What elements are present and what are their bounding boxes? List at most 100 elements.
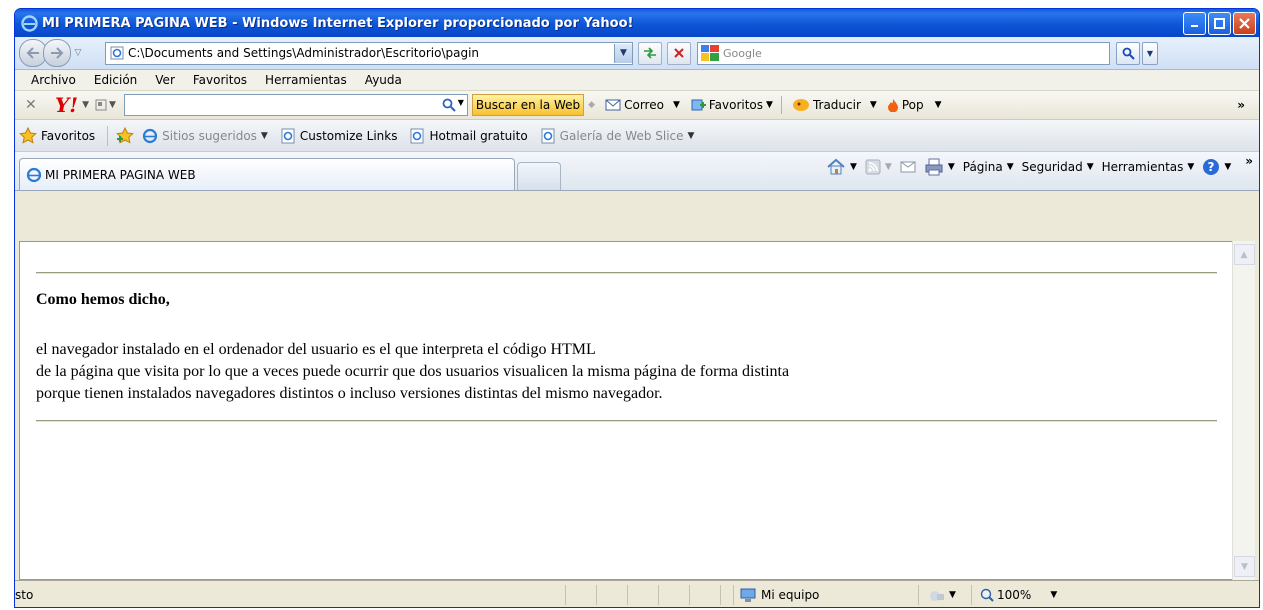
toolbar-close-icon[interactable]: ✕ (25, 97, 43, 113)
toolbar-separator-icon: ◆ (588, 100, 596, 110)
ie-page-icon (143, 128, 158, 143)
favoritos-button[interactable]: Favoritos (19, 127, 95, 144)
vertical-scrollbar[interactable]: ▲ ▼ (1232, 241, 1255, 580)
command-bar: ▼ ▼ ▼ Página ▼ Seguridad ▼ Herramientas … (826, 154, 1253, 176)
tab-title: MI PRIMERA PAGINA WEB (45, 167, 196, 182)
refresh-button[interactable] (638, 41, 662, 65)
protected-dropdown-icon[interactable]: ▼ (949, 590, 956, 600)
translate-icon (792, 99, 809, 111)
herramientas-menu[interactable]: Herramientas ▼ (1102, 160, 1195, 174)
sitios-sugeridos-link[interactable]: Sitios sugeridos ▼ (142, 128, 268, 144)
zoom-dropdown-icon[interactable]: ▼ (1050, 590, 1057, 600)
chevron-up-icon: ▲ (1240, 249, 1248, 260)
toolbar-settings-icon[interactable] (95, 99, 107, 111)
status-bar: Listo Mi equipo ▼ 100% ▼ (15, 580, 1259, 607)
favorites-bar: Favoritos Sitios sugeridos ▼ Customize L… (15, 120, 1259, 152)
help-button[interactable]: ? ▼ (1202, 158, 1231, 176)
page-icon (110, 46, 124, 60)
scroll-down-button[interactable]: ▼ (1234, 556, 1255, 577)
maximize-button[interactable] (1208, 11, 1231, 35)
menu-favoritos[interactable]: Favoritos (193, 73, 247, 87)
correo-button[interactable]: Correo ▼ (605, 98, 680, 112)
yahoo-dropdown-icon[interactable]: ▼ (82, 100, 89, 110)
yahoo-logo-icon[interactable]: Y! (55, 93, 78, 117)
address-dropdown-icon[interactable]: ▼ (614, 43, 632, 63)
protected-mode-button[interactable]: ▼ (918, 584, 971, 605)
home-icon (827, 158, 845, 175)
favoritos-label: Favoritos (41, 128, 96, 143)
status-segment (689, 584, 720, 605)
menu-bar: Archivo Edición Ver Favoritos Herramient… (15, 70, 1259, 91)
menu-archivo[interactable]: Archivo (31, 73, 76, 87)
mail-icon (605, 99, 621, 111)
feeds-dropdown-icon[interactable]: ▼ (885, 162, 892, 172)
home-button[interactable]: ▼ (826, 158, 857, 176)
add-favorite-icon (691, 99, 706, 111)
toolbar-overflow-icon[interactable]: » (1237, 98, 1245, 112)
browser-window: MI PRIMERA PAGINA WEB - Windows Internet… (14, 8, 1260, 608)
favoritos-toolbar-label: Favoritos (708, 98, 764, 112)
address-field[interactable]: C:\Documents and Settings\Administrador\… (105, 41, 633, 65)
yahoo-search-input[interactable]: ▼ (123, 94, 468, 116)
zoom-control[interactable]: 100% ▼ (971, 584, 1060, 605)
buscar-en-la-web-button[interactable]: Buscar en la Web (471, 94, 585, 116)
sitios-sugeridos-label: Sitios sugeridos (162, 128, 257, 143)
sitios-dropdown-icon[interactable]: ▼ (261, 131, 268, 141)
menu-edicion[interactable]: Edición (94, 73, 137, 87)
close-button[interactable] (1233, 11, 1256, 35)
history-dropdown-icon[interactable]: ▽ (71, 48, 85, 58)
forward-button[interactable] (43, 39, 71, 67)
hotmail-gratuito-link[interactable]: Hotmail gratuito (409, 128, 528, 144)
correo-label: Correo (624, 98, 664, 112)
settings-dropdown-icon[interactable]: ▼ (109, 100, 116, 110)
seguridad-label: Seguridad (1021, 160, 1083, 174)
favoritos-toolbar-button[interactable]: Favoritos ▼ (690, 98, 773, 112)
forward-arrow-icon (51, 47, 64, 59)
tab-row: MI PRIMERA PAGINA WEB ▼ ▼ ▼ Página ▼ Seg… (15, 152, 1259, 191)
menu-ver[interactable]: Ver (155, 73, 175, 87)
correo-dropdown-icon[interactable]: ▼ (673, 100, 680, 110)
favoritos-dropdown-icon[interactable]: ▼ (766, 100, 773, 110)
stop-button[interactable] (667, 41, 691, 65)
pop-label: Pop (901, 98, 924, 112)
svg-text:?: ? (1208, 160, 1215, 174)
search-field[interactable]: Google (697, 41, 1110, 65)
minimize-button[interactable] (1183, 11, 1206, 35)
close-icon (1239, 17, 1250, 29)
customize-links-link[interactable]: Customize Links (280, 128, 397, 144)
read-mail-button[interactable] (900, 161, 916, 173)
star-icon (19, 127, 37, 144)
help-dropdown-icon[interactable]: ▼ (1224, 162, 1231, 172)
herramientas-dropdown-icon[interactable]: ▼ (1187, 162, 1194, 172)
pop-dropdown-icon[interactable]: ▼ (935, 100, 942, 110)
command-overflow-icon[interactable]: » (1245, 154, 1253, 168)
galeria-dropdown-icon[interactable]: ▼ (688, 131, 695, 141)
seguridad-menu[interactable]: Seguridad ▼ (1022, 160, 1094, 174)
feeds-button[interactable]: ▼ (865, 159, 892, 175)
top-rule (36, 272, 1217, 274)
galeria-web-slice-link[interactable]: Galería de Web Slice ▼ (540, 128, 695, 144)
menu-ayuda[interactable]: Ayuda (365, 73, 402, 87)
home-dropdown-icon[interactable]: ▼ (850, 162, 857, 172)
help-icon: ? (1203, 159, 1220, 175)
menu-herramientas[interactable]: Herramientas (265, 73, 347, 87)
security-zone[interactable]: Mi equipo (733, 584, 918, 605)
new-tab-button[interactable] (517, 162, 561, 190)
pagina-dropdown-icon[interactable]: ▼ (1007, 162, 1014, 172)
pop-button[interactable]: Pop ▼ (887, 98, 942, 112)
traducir-dropdown-icon[interactable]: ▼ (870, 100, 877, 110)
pagina-menu[interactable]: Página ▼ (963, 160, 1014, 174)
print-dropdown-icon[interactable]: ▼ (948, 162, 955, 172)
page-line-2: de la página que visita por lo que a vec… (36, 363, 790, 380)
zoom-icon (980, 588, 994, 602)
search-dropdown-icon[interactable]: ▼ (458, 98, 464, 107)
scroll-up-button[interactable]: ▲ (1233, 244, 1255, 265)
print-button[interactable]: ▼ (924, 158, 955, 176)
add-to-favorites-bar-button[interactable] (116, 127, 136, 144)
ie-tab-icon (26, 167, 42, 182)
traducir-button[interactable]: Traducir ▼ (792, 98, 877, 112)
search-button[interactable] (1116, 41, 1140, 65)
seguridad-dropdown-icon[interactable]: ▼ (1087, 162, 1094, 172)
tab-current[interactable]: MI PRIMERA PAGINA WEB (19, 158, 515, 190)
search-options-button[interactable]: ▼ (1142, 41, 1158, 65)
